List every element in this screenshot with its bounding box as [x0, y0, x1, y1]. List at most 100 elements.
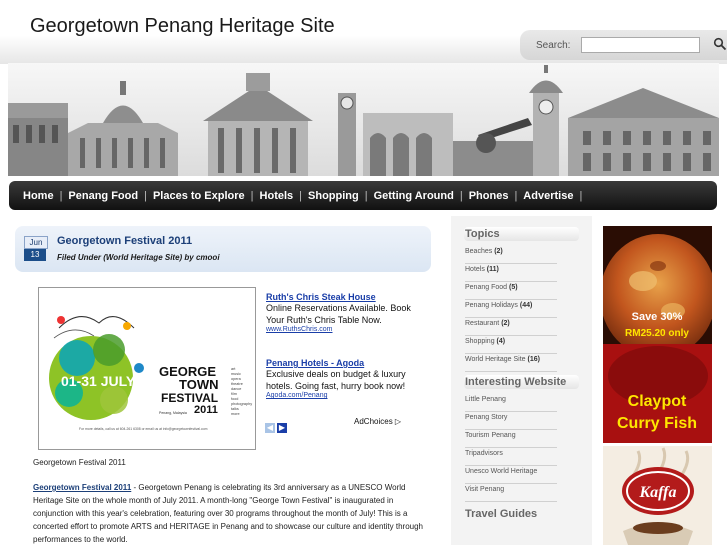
search-icon[interactable]: [713, 37, 727, 51]
adchoices-label: AdChoices: [354, 417, 393, 426]
nav-separator: |: [579, 189, 583, 202]
nav-separator: |: [299, 189, 303, 202]
ad-url[interactable]: Agoda.com/Penang: [266, 392, 416, 399]
kaffa-ad-image: Kaffa: [603, 446, 712, 545]
topic-label: Restaurant: [465, 320, 500, 327]
nav-shopping[interactable]: Shopping: [308, 190, 359, 202]
website-link[interactable]: Penang Story: [465, 412, 557, 430]
claypot-ad-image: Save 30% RM25.20 only Claypot Curry Fish: [603, 226, 712, 443]
image-caption: Georgetown Festival 2011: [33, 458, 126, 467]
nav-home[interactable]: Home: [23, 190, 54, 202]
poster-date: 01-31 JULY: [61, 373, 136, 389]
nav-separator: |: [250, 189, 254, 202]
website-link[interactable]: Tourism Penang: [465, 430, 557, 448]
nav-advertise[interactable]: Advertise: [523, 190, 573, 202]
topic-item[interactable]: Hotels (11): [465, 264, 557, 282]
topic-count: (11): [486, 266, 499, 273]
claypot-curry-fish-ad[interactable]: Save 30% RM25.20 only Claypot Curry Fish: [603, 226, 712, 443]
poster-category: photography: [231, 402, 252, 406]
website-link[interactable]: Tripadvisors: [465, 448, 557, 466]
festival-poster-image[interactable]: 01-31 JULY GEORGE TOWN FESTIVAL 2011 Pen…: [38, 287, 256, 450]
post-date-month: Jun: [24, 236, 48, 249]
topic-label: Beaches: [465, 248, 493, 255]
poster-category: theatre: [231, 382, 243, 386]
poster-category: food: [231, 397, 238, 401]
claypot-save-text: Save 30%: [632, 311, 683, 323]
claypot-title-line1: Claypot: [628, 393, 687, 410]
kaffa-ad[interactable]: Kaffa: [603, 446, 712, 545]
poster-contact: For more details, call us at 604-261 630…: [79, 427, 208, 431]
text-ad-ruths-chris: Ruth's Chris Steak House Online Reservat…: [266, 292, 416, 333]
festival-poster-art: 01-31 JULY GEORGE TOWN FESTIVAL 2011 Pen…: [39, 288, 255, 449]
travel-guides-heading: Travel Guides: [465, 508, 538, 520]
claypot-price-text: RM25.20 only: [625, 328, 689, 339]
topic-item[interactable]: Penang Holidays (44): [465, 300, 557, 318]
topic-label: Penang Food: [465, 284, 508, 291]
topic-item[interactable]: Restaurant (2): [465, 318, 557, 336]
topic-count: (2): [494, 248, 503, 255]
next-ad-arrow-icon[interactable]: ▶: [277, 423, 287, 433]
topic-item[interactable]: Shopping (4): [465, 336, 557, 354]
topic-count: (2): [501, 320, 510, 327]
text-ad-agoda: Penang Hotels - Agoda Exclusive deals on…: [266, 358, 416, 399]
search-label: Search:: [536, 40, 571, 51]
topics-heading: Topics: [464, 227, 579, 241]
adchoices-icon: ▷: [394, 417, 402, 426]
topic-label: Penang Holidays: [465, 302, 518, 309]
poster-location: Penang, Malaysia: [159, 411, 187, 415]
post-body-lead-link[interactable]: Georgetown Festival 2011: [33, 483, 131, 492]
post-date-day: 13: [24, 249, 46, 261]
site-title[interactable]: Georgetown Penang Heritage Site: [30, 15, 335, 38]
poster-title-line2: TOWN: [179, 377, 218, 392]
nav-separator: |: [364, 189, 368, 202]
post-header: [15, 226, 431, 272]
nav-penang-food[interactable]: Penang Food: [68, 190, 138, 202]
heritage-banner: [8, 63, 719, 176]
post-meta: Filed Under (World Heritage Site) by cmo…: [57, 253, 220, 262]
topic-item[interactable]: Penang Food (5): [465, 282, 557, 300]
nav-phones[interactable]: Phones: [469, 190, 509, 202]
kaffa-logo-text: Kaffa: [638, 484, 676, 501]
nav-separator: |: [144, 189, 147, 202]
website-link[interactable]: Visit Penang: [465, 484, 557, 502]
ad-description: Online Reservations Available. Book Your…: [266, 303, 411, 325]
website-link[interactable]: Little Penang: [465, 394, 557, 412]
heritage-buildings-image: [8, 63, 719, 176]
claypot-title-line2: Curry Fish: [617, 415, 697, 432]
topic-count: (44): [519, 302, 533, 309]
adchoices-link[interactable]: AdChoices ▷: [354, 417, 401, 426]
poster-category: talks: [231, 407, 239, 411]
search-box: Search:: [520, 30, 727, 60]
topic-count: (4): [496, 338, 506, 345]
topic-item[interactable]: Beaches (2): [465, 246, 557, 264]
interesting-website-list: Little Penang Penang Story Tourism Penan…: [465, 394, 557, 502]
search-input[interactable]: [581, 37, 700, 53]
ad-url[interactable]: www.RuthsChris.com: [266, 326, 416, 333]
ad-title[interactable]: Penang Hotels - Agoda: [266, 358, 416, 368]
poster-category: dance: [231, 387, 241, 391]
nav-separator: |: [59, 189, 63, 202]
poster-category: more: [231, 412, 240, 416]
ad-title[interactable]: Ruth's Chris Steak House: [266, 292, 416, 302]
topic-item[interactable]: World Heritage Site (16): [465, 354, 557, 372]
main-navigation: Home | Penang Food | Places to Explore | Ho…: [9, 181, 717, 210]
nav-getting-around[interactable]: Getting Around: [374, 190, 454, 202]
ad-description: Exclusive deals on budget & luxury hotel…: [266, 369, 406, 391]
nav-places-to-explore[interactable]: Places to Explore: [153, 190, 245, 202]
website-link[interactable]: Unesco World Heritage: [465, 466, 557, 484]
topic-label: Hotels: [465, 266, 485, 273]
nav-hotels[interactable]: Hotels: [260, 190, 294, 202]
poster-category: music: [231, 372, 241, 376]
prev-ad-arrow-icon[interactable]: ◀: [265, 423, 275, 433]
poster-year: 2011: [194, 404, 218, 416]
ad-pager: ◀ ▶: [265, 417, 289, 435]
interesting-website-heading: Interesting Website: [464, 375, 579, 389]
nav-separator: |: [514, 189, 518, 202]
nav-separator: |: [459, 189, 463, 202]
post-body: Georgetown Festival 2011 - Georgetown Pe…: [33, 481, 423, 546]
poster-category: opera: [231, 377, 242, 381]
nav-list: Home | Penang Food | Places to Explore | Ho…: [23, 181, 588, 210]
topic-label: Shopping: [465, 338, 495, 345]
post-title[interactable]: Georgetown Festival 2011: [57, 235, 192, 247]
post-body-text: - Georgetown Penang is celebrating its 3…: [33, 483, 424, 544]
